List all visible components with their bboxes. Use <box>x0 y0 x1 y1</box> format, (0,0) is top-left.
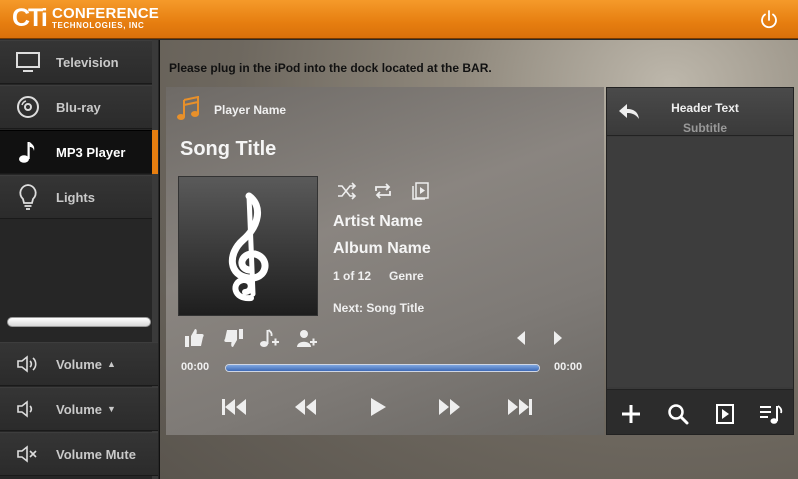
thumbs-up-icon <box>185 329 204 347</box>
queue-play-icon <box>412 182 429 200</box>
search-icon <box>668 404 689 425</box>
dock-notice: Please plug in the iPod into the dock lo… <box>169 61 492 75</box>
sidebar-item-lights[interactable]: Lights <box>0 175 152 219</box>
power-button[interactable] <box>757 8 781 32</box>
sidebar-item-label: Lights <box>56 189 95 205</box>
play-button[interactable] <box>363 396 393 418</box>
shuffle-button[interactable] <box>337 182 357 200</box>
logo-mark: CTi <box>12 4 48 32</box>
rewind-icon <box>295 399 316 415</box>
progress-fill <box>226 365 539 371</box>
active-indicator <box>152 130 158 174</box>
playlist-icon <box>760 405 783 424</box>
caret-left-icon <box>517 331 525 345</box>
browse-toolbar <box>607 389 793 434</box>
sidebar-item-mp3-player[interactable]: MP3 Player <box>0 130 152 174</box>
time-elapsed: 00:00 <box>181 361 210 373</box>
playlist-button[interactable] <box>759 402 783 426</box>
triangle-down-icon: ▼ <box>107 404 116 414</box>
triangle-up-icon: ▲ <box>107 359 116 369</box>
plus-icon <box>622 405 640 423</box>
skip-back-button[interactable] <box>219 396 249 418</box>
volume-mute-label: Volume Mute <box>56 446 136 462</box>
album-art <box>178 176 318 316</box>
repeat-button[interactable] <box>373 182 393 200</box>
add-to-playlist-button[interactable] <box>258 328 280 348</box>
logo-line-2: TECHNOLOGIES, INC <box>52 21 145 30</box>
sidebar-item-bluray[interactable]: Blu-ray <box>0 85 152 129</box>
play-box-icon <box>716 404 734 424</box>
caret-right-icon <box>554 331 562 345</box>
volume-mute-button[interactable]: Volume Mute <box>0 432 158 476</box>
header-text: Header Text <box>671 101 739 115</box>
previous-page-button[interactable] <box>514 330 528 346</box>
album-name: Album Name <box>333 240 431 257</box>
volume-slider[interactable] <box>7 317 151 327</box>
thumbs-up-button[interactable] <box>184 328 206 348</box>
disc-icon <box>0 85 56 129</box>
repeat-icon <box>375 183 391 199</box>
sidebar-item-label: Television <box>56 54 119 70</box>
logo: CTi CONFERENCE TECHNOLOGIES, INC <box>12 4 160 32</box>
sidebar-item-label: MP3 Player <box>56 144 126 160</box>
add-user-icon <box>297 330 317 347</box>
song-title: Song Title <box>180 138 277 160</box>
header-subtitle: Subtitle <box>683 121 727 135</box>
progress-bar[interactable] <box>225 364 540 372</box>
top-bar: CTi CONFERENCE TECHNOLOGIES, INC <box>0 0 798 39</box>
power-icon <box>761 10 777 29</box>
add-note-icon <box>260 329 279 347</box>
lightbulb-icon <box>0 175 56 219</box>
rewind-button[interactable] <box>290 396 320 418</box>
player-name: Player Name <box>214 103 287 117</box>
queue-button[interactable] <box>411 182 431 200</box>
add-user-button[interactable] <box>296 328 318 348</box>
volume-down-label: Volume <box>56 401 102 417</box>
track-count: 1 of 12 <box>333 269 372 283</box>
sidebar-item-television[interactable]: Television <box>0 40 152 84</box>
sidebar: Television Blu-ray MP3 Player Lights Vol… <box>0 40 160 479</box>
monitor-icon <box>0 40 56 84</box>
volume-down-button[interactable]: Volume ▼ <box>0 387 158 431</box>
volume-down-icon <box>0 399 56 419</box>
search-button[interactable] <box>666 402 690 426</box>
fast-forward-icon <box>439 399 460 415</box>
skip-forward-icon <box>508 399 532 415</box>
artist-name: Artist Name <box>333 213 423 230</box>
add-button[interactable] <box>619 402 643 426</box>
sidebar-item-label: Blu-ray <box>56 99 101 115</box>
treble-clef-icon <box>229 192 269 302</box>
thumbs-down-button[interactable] <box>222 328 244 348</box>
volume-up-button[interactable]: Volume ▲ <box>0 342 158 386</box>
thumbs-down-icon <box>224 329 243 347</box>
play-icon <box>371 398 386 416</box>
music-notes-icon <box>176 96 202 122</box>
volume-up-label: Volume <box>56 356 102 372</box>
skip-back-icon <box>222 399 246 415</box>
shuffle-icon <box>338 182 357 200</box>
browse-panel: Header Text Subtitle <box>606 87 794 435</box>
play-queue-button[interactable] <box>713 402 737 426</box>
logo-line-1: CONFERENCE <box>52 5 160 22</box>
volume-up-icon <box>0 354 56 374</box>
genre: Genre <box>389 269 424 283</box>
skip-forward-button[interactable] <box>505 396 535 418</box>
browse-header: Header Text Subtitle <box>607 88 793 136</box>
music-note-icon <box>0 130 56 174</box>
next-song: Next: Song Title <box>333 301 425 315</box>
next-page-button[interactable] <box>551 330 565 346</box>
browse-list[interactable] <box>607 137 793 387</box>
volume-mute-icon <box>0 444 56 464</box>
app-window: CTi CONFERENCE TECHNOLOGIES, INC Televis… <box>0 0 798 479</box>
fast-forward-button[interactable] <box>435 396 465 418</box>
time-total: 00:00 <box>554 361 583 373</box>
logo-mark-text: CTi <box>12 4 48 32</box>
